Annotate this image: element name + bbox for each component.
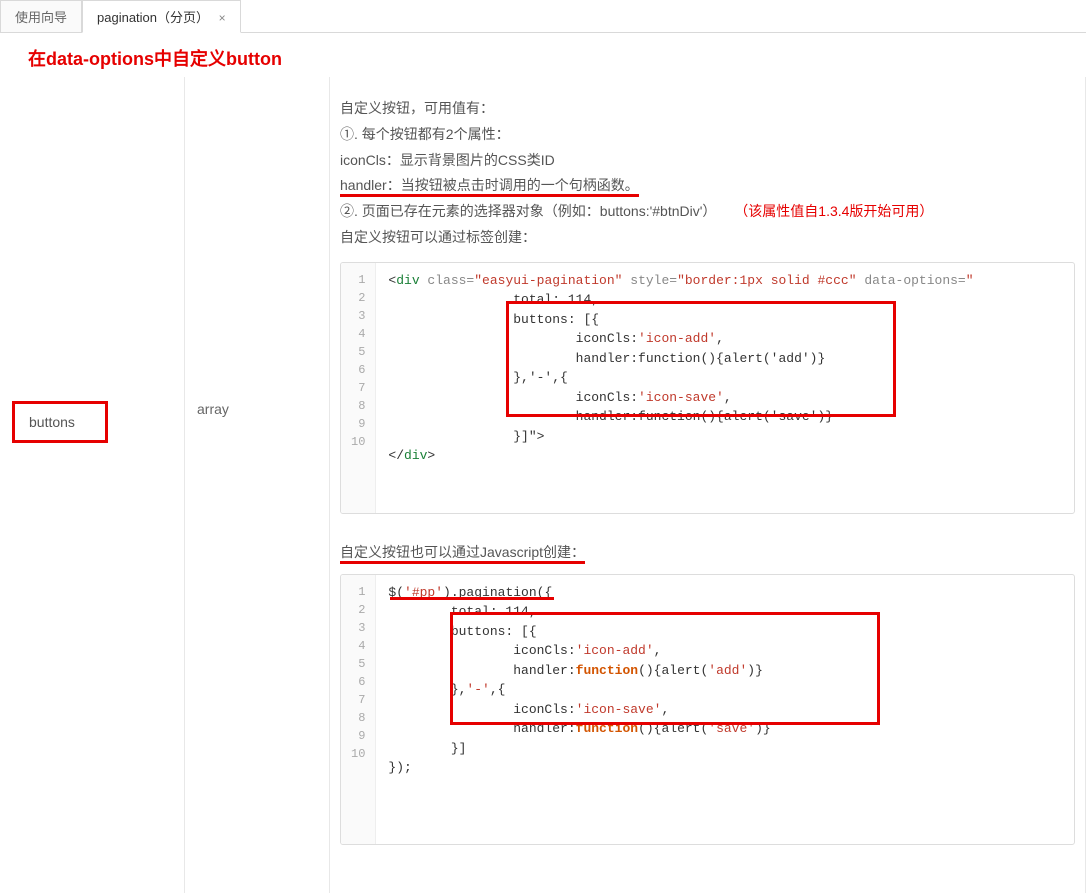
property-table: buttons array 自定义按钮，可用值有： ①. 每个按钮都有2个属性：…	[0, 77, 1086, 893]
code-content: $('#pp').pagination({ total: 114, button…	[376, 575, 1074, 845]
desc-line: handler：当按钮被点击时调用的一个句柄函数。	[340, 174, 1075, 198]
desc-line: ①. 每个按钮都有2个属性：	[340, 123, 1075, 147]
desc-line: 自定义按钮，可用值有：	[340, 97, 1075, 121]
desc-line: ②. 页面已存在元素的选择器对象（例如：buttons:'#btnDiv'） （…	[340, 200, 1075, 224]
column-property-type: array	[185, 77, 330, 893]
tab-label: 使用向导	[15, 10, 67, 25]
section2-title: 自定义按钮也可以通过Javascript创建：	[340, 542, 1075, 562]
line-gutter: 1 2 3 4 5 6 7 8 9 10	[341, 575, 376, 845]
desc-text: ②. 页面已存在元素的选择器对象（例如：buttons:'#btnDiv'）	[340, 203, 716, 219]
property-type: array	[197, 401, 317, 417]
desc-underlined: handler：当按钮被点击时调用的一个句柄函数。	[340, 177, 639, 197]
tab-label: pagination（分页）	[97, 10, 209, 25]
line-gutter: 1 2 3 4 5 6 7 8 9 10	[341, 263, 376, 513]
property-name: buttons	[12, 401, 108, 443]
close-icon[interactable]: ×	[219, 11, 226, 25]
section-heading: 在data-options中自定义button	[0, 33, 1086, 77]
tab-bar: 使用向导 pagination（分页） ×	[0, 0, 1086, 33]
desc-line: 自定义按钮可以通过标签创建：	[340, 226, 1075, 250]
code-block-html: 1 2 3 4 5 6 7 8 9 10 <div class="easyui-…	[340, 262, 1075, 514]
tab-guide[interactable]: 使用向导	[0, 0, 82, 32]
description-text: 自定义按钮，可用值有： ①. 每个按钮都有2个属性： iconCls：显示背景图…	[340, 97, 1075, 250]
tab-pagination[interactable]: pagination（分页） ×	[82, 0, 241, 33]
column-property-name: buttons	[0, 77, 185, 893]
desc-line: iconCls：显示背景图片的CSS类ID	[340, 149, 1075, 173]
highlight-underline	[390, 597, 554, 600]
code-content: <div class="easyui-pagination" style="bo…	[376, 263, 1074, 513]
code-block-js: 1 2 3 4 5 6 7 8 9 10 $('#pp').pagination…	[340, 574, 1075, 846]
version-note: （该属性值自1.3.4版开始可用）	[734, 203, 933, 219]
column-description: 自定义按钮，可用值有： ①. 每个按钮都有2个属性： iconCls：显示背景图…	[330, 77, 1086, 893]
